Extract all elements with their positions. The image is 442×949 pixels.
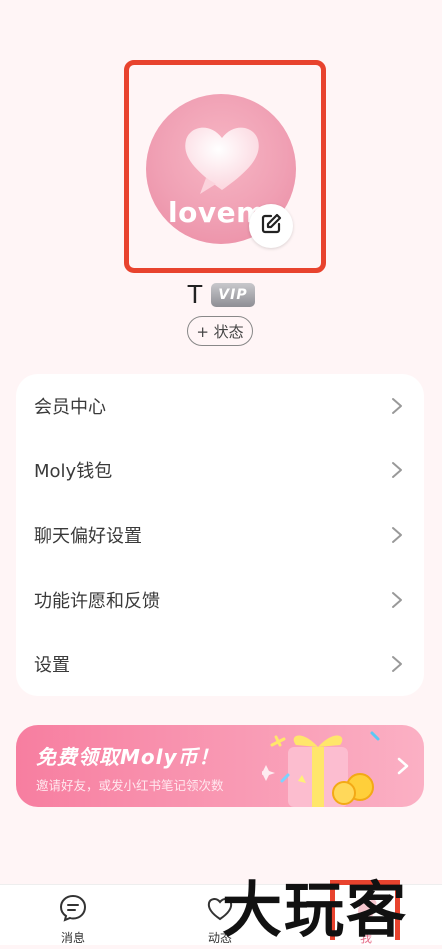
menu-item-label: 功能许愿和反馈 <box>34 591 160 612</box>
username-row: T VIP <box>0 279 442 310</box>
gift-icon <box>262 731 380 807</box>
free-coins-banner[interactable]: 免费领取Moly币！ 邀请好友，或发小红书笔记领次数 <box>16 725 424 807</box>
nav-tab-messages[interactable]: 消息 <box>33 893 113 946</box>
menu-item-membership[interactable]: 会员中心 <box>16 374 424 438</box>
heart-icon <box>180 120 264 200</box>
chevron-right-icon <box>392 398 402 414</box>
chevron-right-icon <box>392 656 402 672</box>
chevron-right-icon <box>392 462 402 478</box>
chat-bubble-icon <box>58 893 88 927</box>
watermark: 大玩客 <box>222 876 408 946</box>
vip-badge[interactable]: VIP <box>210 282 255 307</box>
banner-subtitle: 邀请好友，或发小红书笔记领次数 <box>36 778 224 793</box>
chevron-right-icon <box>397 757 409 775</box>
menu-item-label: 聊天偏好设置 <box>34 526 142 547</box>
menu-item-chat-preferences[interactable]: 聊天偏好设置 <box>16 503 424 567</box>
nav-label: 消息 <box>60 931 85 945</box>
menu-item-label: 设置 <box>34 655 70 676</box>
edit-icon <box>259 212 283 240</box>
menu-item-settings[interactable]: 设置 <box>16 632 424 696</box>
chevron-right-icon <box>392 527 402 543</box>
add-status-button[interactable]: + 状态 <box>187 316 253 346</box>
menu-item-wallet[interactable]: Moly钱包 <box>16 438 424 502</box>
edit-avatar-button[interactable] <box>249 204 293 248</box>
menu-item-feedback[interactable]: 功能许愿和反馈 <box>16 568 424 632</box>
banner-title: 免费领取Moly币！ <box>36 745 220 769</box>
username: T <box>187 279 203 309</box>
chevron-right-icon <box>392 592 402 608</box>
menu-item-label: Moly钱包 <box>34 461 113 482</box>
menu-item-label: 会员中心 <box>34 397 106 418</box>
menu-card: 会员中心 Moly钱包 聊天偏好设置 功能许愿和反馈 设置 <box>16 374 424 696</box>
